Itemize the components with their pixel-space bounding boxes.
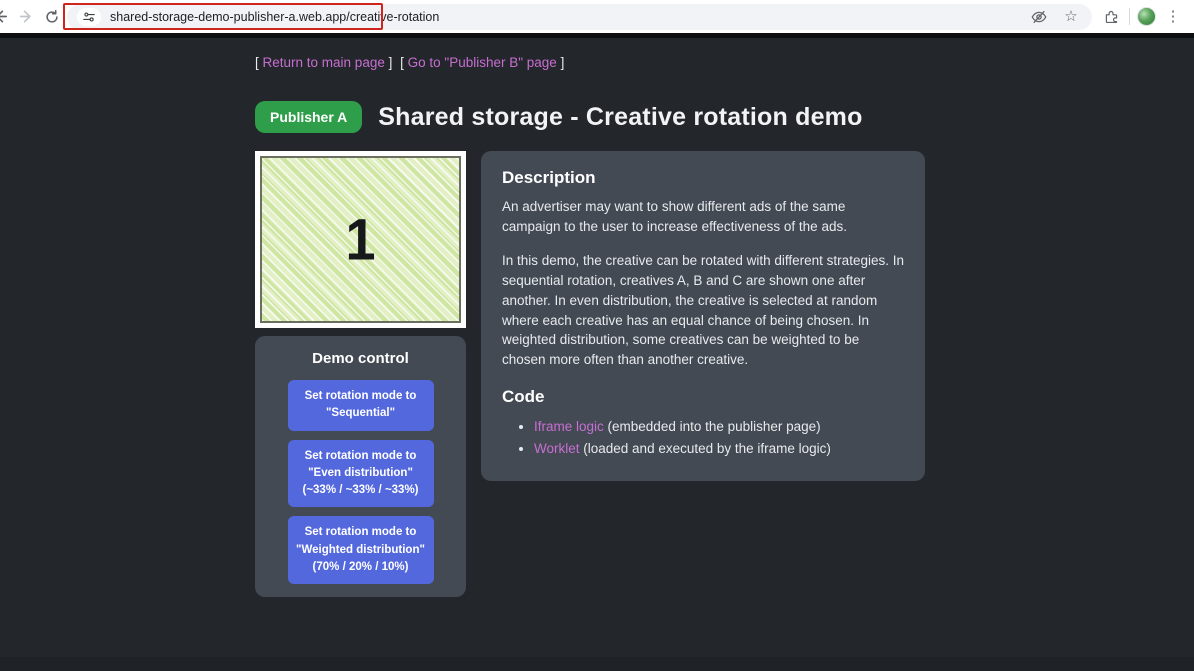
page-header: Publisher A Shared storage - Creative ro… <box>255 101 1194 133</box>
nav-link-group: [ Return to main page ] <box>255 55 392 70</box>
description-paragraph: An advertiser may want to show different… <box>502 197 904 236</box>
browser-toolbar: shared-storage-demo-publisher-a.web.app/… <box>0 0 1194 33</box>
code-list-item: Worklet (loaded and executed by the ifra… <box>534 438 904 460</box>
url-text[interactable]: shared-storage-demo-publisher-a.web.app/… <box>110 10 1028 24</box>
creative-number: 1 <box>345 210 375 268</box>
forward-arrow-icon <box>18 8 35 25</box>
refresh-button[interactable] <box>39 4 65 30</box>
creative-ad[interactable]: 1 <box>260 156 461 323</box>
set-even-distribution-button[interactable]: Set rotation mode to "Even distribution"… <box>288 440 434 508</box>
code-item-note: (embedded into the publisher page) <box>604 419 821 434</box>
forward-button[interactable] <box>13 4 39 30</box>
bookmark-star-icon[interactable]: ☆ <box>1060 6 1082 28</box>
code-links-list: Iframe logic (embedded into the publishe… <box>502 416 904 461</box>
publisher-badge: Publisher A <box>255 101 362 133</box>
demo-control-panel: Demo control Set rotation mode to "Seque… <box>255 336 466 597</box>
link-iframe-logic[interactable]: Iframe logic <box>534 419 604 434</box>
code-list-item: Iframe logic (embedded into the publishe… <box>534 416 904 438</box>
link-return-main-page[interactable]: Return to main page <box>263 55 385 70</box>
page-title: Shared storage - Creative rotation demo <box>378 103 862 132</box>
refresh-icon <box>44 9 60 25</box>
top-nav-links: [ Return to main page ] [ Go to "Publish… <box>255 55 1194 70</box>
description-title: Description <box>502 168 904 188</box>
extensions-icon[interactable] <box>1100 6 1122 28</box>
site-controls-chip[interactable] <box>77 8 101 26</box>
ad-iframe: 1 <box>255 151 466 328</box>
nav-link-group: [ Go to "Publisher B" page ] <box>400 55 564 70</box>
demo-control-title: Demo control <box>255 350 466 367</box>
left-column: 1 Demo control Set rotation mode to "Seq… <box>255 151 466 597</box>
set-weighted-distribution-button[interactable]: Set rotation mode to "Weighted distribut… <box>288 516 434 584</box>
description-paragraph: In this demo, the creative can be rotate… <box>502 251 904 369</box>
kebab-menu-icon[interactable]: ⋮ <box>1162 6 1184 28</box>
tune-sliders-icon <box>82 10 96 24</box>
link-publisher-b-page[interactable]: Go to "Publisher B" page <box>408 55 557 70</box>
content-columns: 1 Demo control Set rotation mode to "Seq… <box>255 151 925 597</box>
toolbar-divider <box>1129 8 1130 25</box>
back-button[interactable] <box>0 4 13 30</box>
page-content: [ Return to main page ] [ Go to "Publish… <box>0 38 1194 597</box>
code-item-note: (loaded and executed by the iframe logic… <box>580 441 831 456</box>
omnibox[interactable]: shared-storage-demo-publisher-a.web.app/… <box>67 4 1092 30</box>
eye-off-icon[interactable] <box>1028 6 1050 28</box>
profile-avatar[interactable] <box>1137 7 1156 26</box>
description-panel: Description An advertiser may want to sh… <box>481 151 925 481</box>
link-worklet[interactable]: Worklet <box>534 441 580 456</box>
back-arrow-icon <box>0 8 9 25</box>
set-sequential-button[interactable]: Set rotation mode to "Sequential" <box>288 380 434 431</box>
code-title: Code <box>502 387 904 407</box>
page-bottom-strip <box>0 657 1194 671</box>
